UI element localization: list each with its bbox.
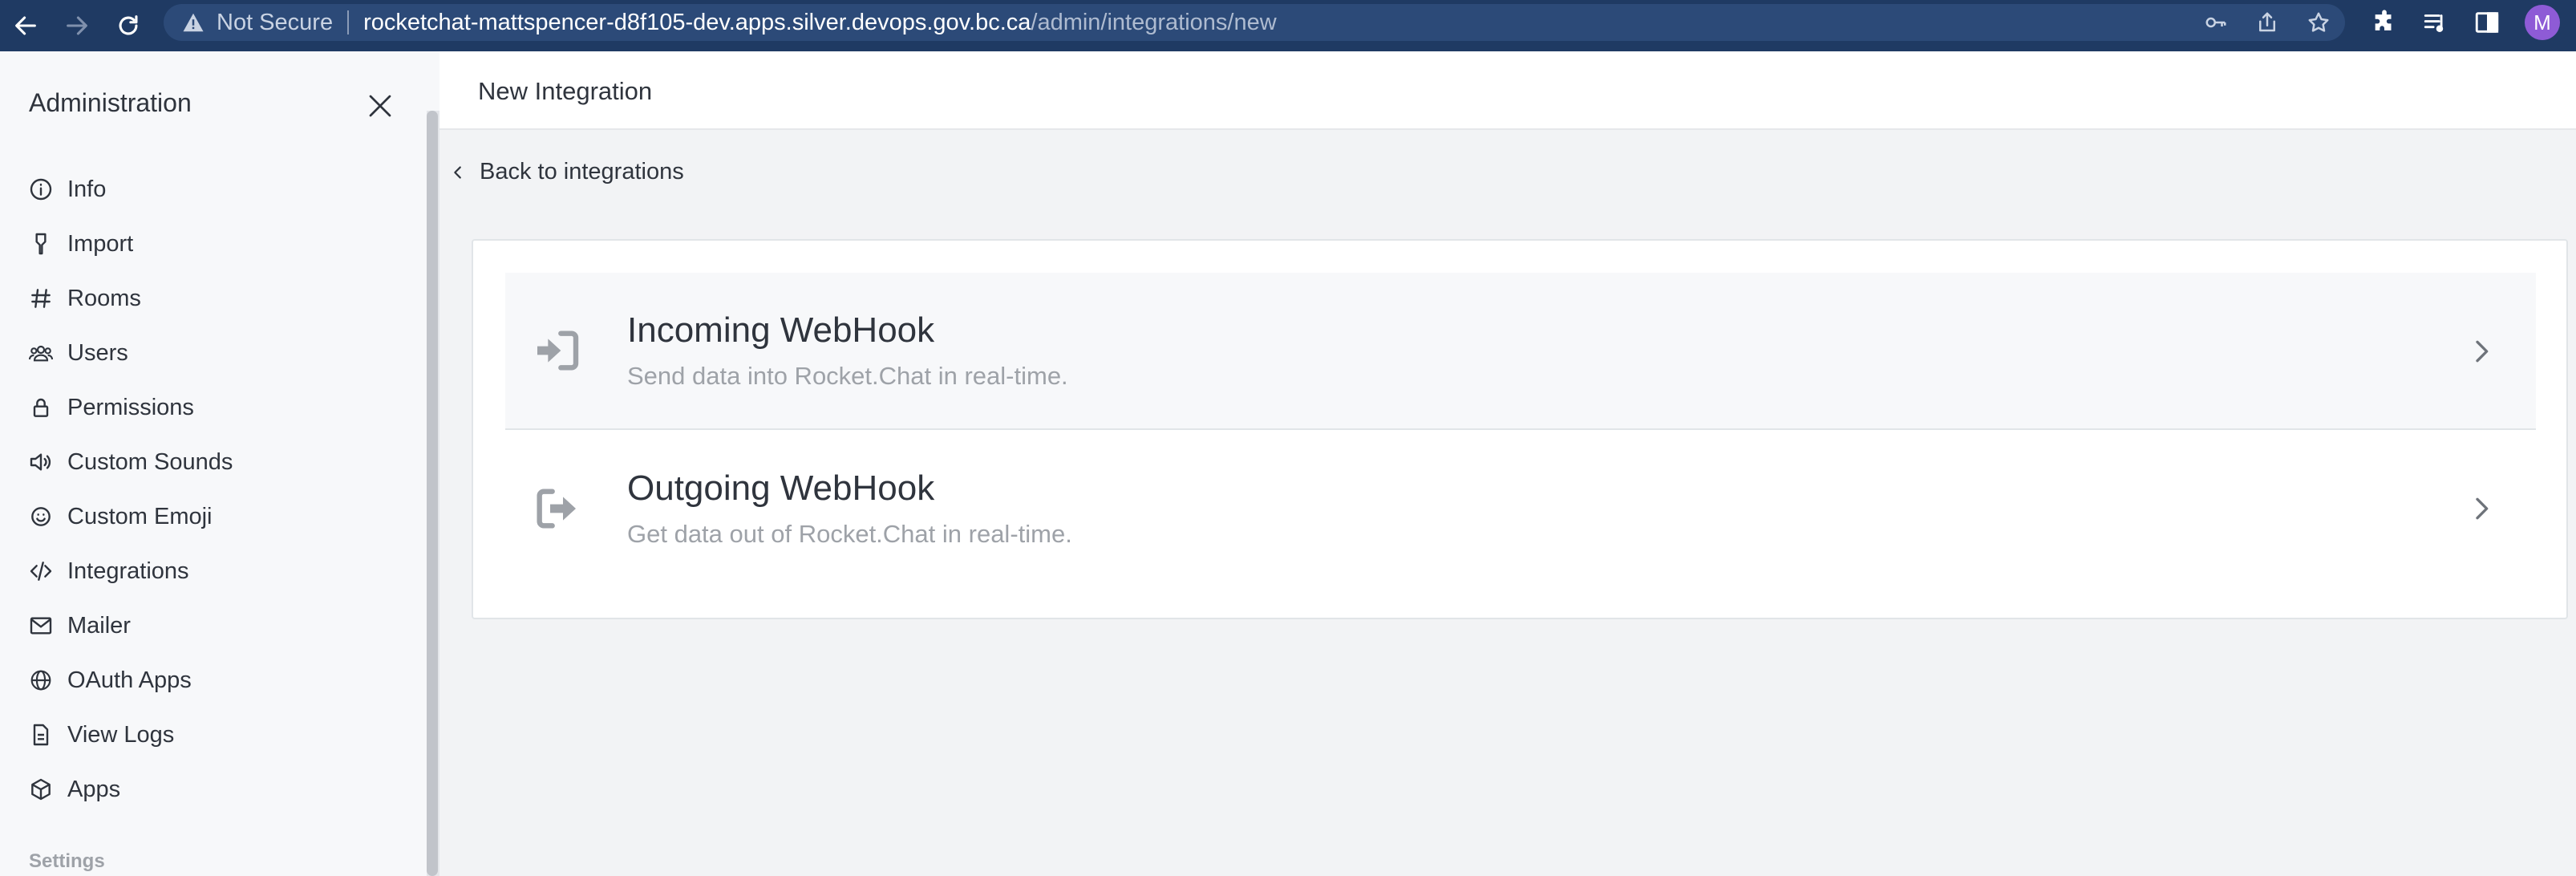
sidebar-item-label: Users [67,339,128,366]
globe-icon [30,670,51,691]
arrow-right-icon [67,16,87,35]
url-host: rocketchat-mattspencer-d8f105-dev.apps.s… [363,9,1031,35]
file-icon [33,724,49,746]
admin-sidebar: Administration Info Import Rooms Users P… [0,51,439,876]
sidebar-item-label: Integrations [67,558,189,584]
omnibox-divider [347,10,350,34]
address-bar[interactable]: Not Secure rocketchat-mattspencer-d8f105… [164,4,2345,41]
mail-icon [30,617,52,635]
forward-button[interactable] [51,0,103,51]
emoji-icon [31,507,51,526]
cube-icon [31,778,51,801]
browser-toolbar: Not Secure rocketchat-mattspencer-d8f105… [0,0,2576,51]
sidebar-title: Administration [29,88,192,117]
option-title: Incoming WebHook [627,310,935,350]
sidebar-item-label: Mailer [67,612,131,639]
outgoing-webhook-option[interactable]: Outgoing WebHook Get data out of Rocket.… [505,430,2536,587]
sidebar-item-label: Rooms [67,285,141,311]
chevron-right-icon [2476,340,2489,363]
sidebar-item-label: View Logs [67,721,175,748]
key-icon[interactable] [2204,10,2228,34]
sidebar-item-label: Custom Sounds [67,448,233,475]
media-queue-icon[interactable] [2422,9,2449,36]
option-description: Get data out of Rocket.Chat in real-time… [627,520,1072,548]
main-content: New Integration Back to integrations Inc… [439,51,2576,876]
sidebar-item-import[interactable]: Import [27,217,412,271]
integration-type-card: Incoming WebHook Send data into Rocket.C… [472,239,2568,619]
sidebar-item-users[interactable]: Users [27,326,412,380]
option-title: Outgoing WebHook [627,468,935,508]
sidebar-item-custom-emoji[interactable]: Custom Emoji [27,489,412,544]
page-header: New Integration [439,51,2576,130]
import-icon [35,233,47,255]
lock-icon [33,398,49,417]
sidebar-item-label: Import [67,230,134,257]
option-description: Send data into Rocket.Chat in real-time. [627,362,1068,390]
sidebar-item-label: Custom Emoji [67,503,213,529]
info-icon [30,178,52,201]
back-to-integrations-link[interactable]: Back to integrations [449,159,684,185]
chevron-left-icon [454,165,461,179]
sidebar-item-integrations[interactable]: Integrations [27,544,412,598]
puzzle-icon[interactable] [2371,9,2398,36]
reload-icon [119,15,138,35]
sidebar-item-info[interactable]: Info [27,162,412,217]
sidebar-item-label: Apps [67,776,121,802]
browser-extensions: M [2371,5,2560,40]
sidebar-item-permissions[interactable]: Permissions [27,380,412,435]
sidebar-nav: Info Import Rooms Users Permissions Cust… [27,162,412,817]
code-icon [30,562,52,581]
sign-in-icon [537,331,579,371]
url-path: /admin/integrations/new [1031,9,1277,35]
sidebar-item-label: OAuth Apps [67,667,192,693]
sidebar-item-view-logs[interactable]: View Logs [27,708,412,762]
sidebar-item-mailer[interactable]: Mailer [27,598,412,653]
settings-section-label: Settings [29,850,105,872]
omnibox-actions [2204,4,2331,41]
star-icon[interactable] [2307,10,2331,34]
hashtag-icon [31,289,51,308]
side-panel-icon[interactable] [2473,9,2501,36]
sign-out-icon [537,489,576,529]
share-icon[interactable] [2255,10,2279,34]
users-icon [28,345,54,362]
warning-icon [183,13,204,32]
reload-button[interactable] [103,0,154,51]
profile-avatar[interactable]: M [2525,5,2560,40]
close-icon[interactable] [366,91,395,120]
sidebar-item-oauth-apps[interactable]: OAuth Apps [27,653,412,708]
volume-icon [30,453,51,471]
sidebar-item-custom-sounds[interactable]: Custom Sounds [27,435,412,489]
incoming-webhook-option[interactable]: Incoming WebHook Send data into Rocket.C… [505,273,2536,430]
back-button[interactable] [0,0,51,51]
back-link-label: Back to integrations [480,159,684,185]
sidebar-item-label: Permissions [67,394,194,420]
sidebar-item-label: Info [67,176,107,202]
arrow-left-icon [15,16,36,35]
chevron-right-icon [2476,497,2489,520]
sidebar-scrollbar-thumb[interactable] [427,111,438,876]
page-title: New Integration [478,77,653,105]
not-secure-label[interactable]: Not Secure [217,10,333,36]
sidebar-item-rooms[interactable]: Rooms [27,271,412,326]
sidebar-item-apps[interactable]: Apps [27,762,412,817]
